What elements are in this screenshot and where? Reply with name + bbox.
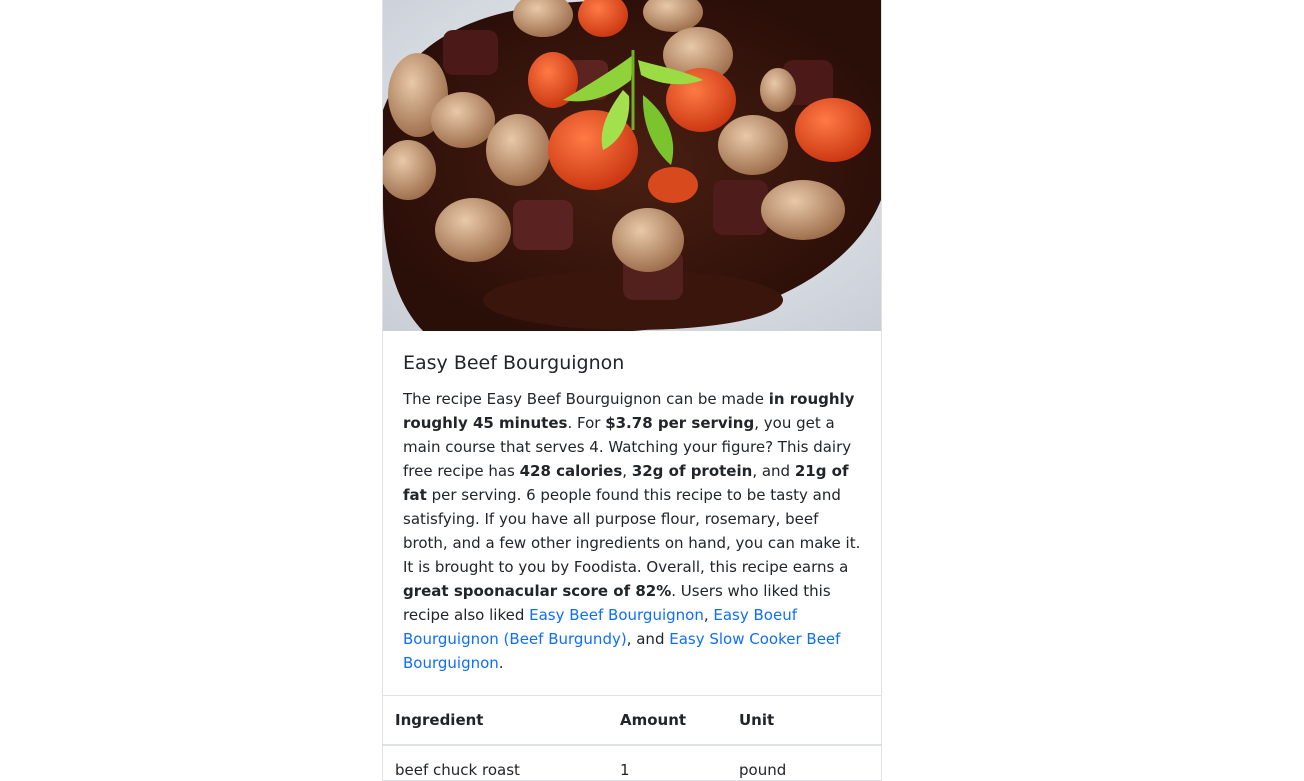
column-header-ingredient: Ingredient xyxy=(383,695,608,746)
ingredients-table: Ingredient Amount Unit beef chuck roast … xyxy=(383,695,881,780)
table-header-row: Ingredient Amount Unit xyxy=(383,695,881,746)
ingredient-unit: pound xyxy=(727,745,881,780)
recipe-summary: The recipe Easy Beef Bourguignon can be … xyxy=(403,387,861,675)
ingredient-amount: 1 xyxy=(608,745,727,780)
summary-text: , and xyxy=(752,462,795,480)
summary-text: . xyxy=(498,654,504,672)
summary-text: . For xyxy=(567,414,606,432)
column-header-unit: Unit xyxy=(727,695,881,746)
summary-text: , and xyxy=(626,630,670,648)
recipe-title: Easy Beef Bourguignon xyxy=(403,352,625,374)
summary-text: The recipe Easy Beef Bourguignon can be … xyxy=(403,390,769,408)
summary-bold-protein: 32g of protein xyxy=(631,462,753,480)
ingredient-name: beef chuck roast xyxy=(383,745,608,780)
summary-text: , xyxy=(622,462,632,480)
summary-text: , xyxy=(703,606,714,624)
card-body: Easy Beef Bourguignon The recipe Easy Be… xyxy=(383,331,881,695)
summary-bold-price: $3.78 per serving xyxy=(605,414,755,432)
summary-bold-calories: 428 calories xyxy=(519,462,623,480)
summary-text: per serving. 6 people found this recipe … xyxy=(403,486,861,576)
recipe-image xyxy=(383,0,881,331)
recipe-card: Easy Beef Bourguignon The recipe Easy Be… xyxy=(382,0,882,781)
summary-bold-score: great spoonacular score of 82% xyxy=(403,582,672,600)
table-row: beef chuck roast 1 pound xyxy=(383,745,881,780)
column-header-amount: Amount xyxy=(608,695,727,746)
related-recipe-link[interactable]: Easy Beef Bourguignon xyxy=(529,606,704,624)
